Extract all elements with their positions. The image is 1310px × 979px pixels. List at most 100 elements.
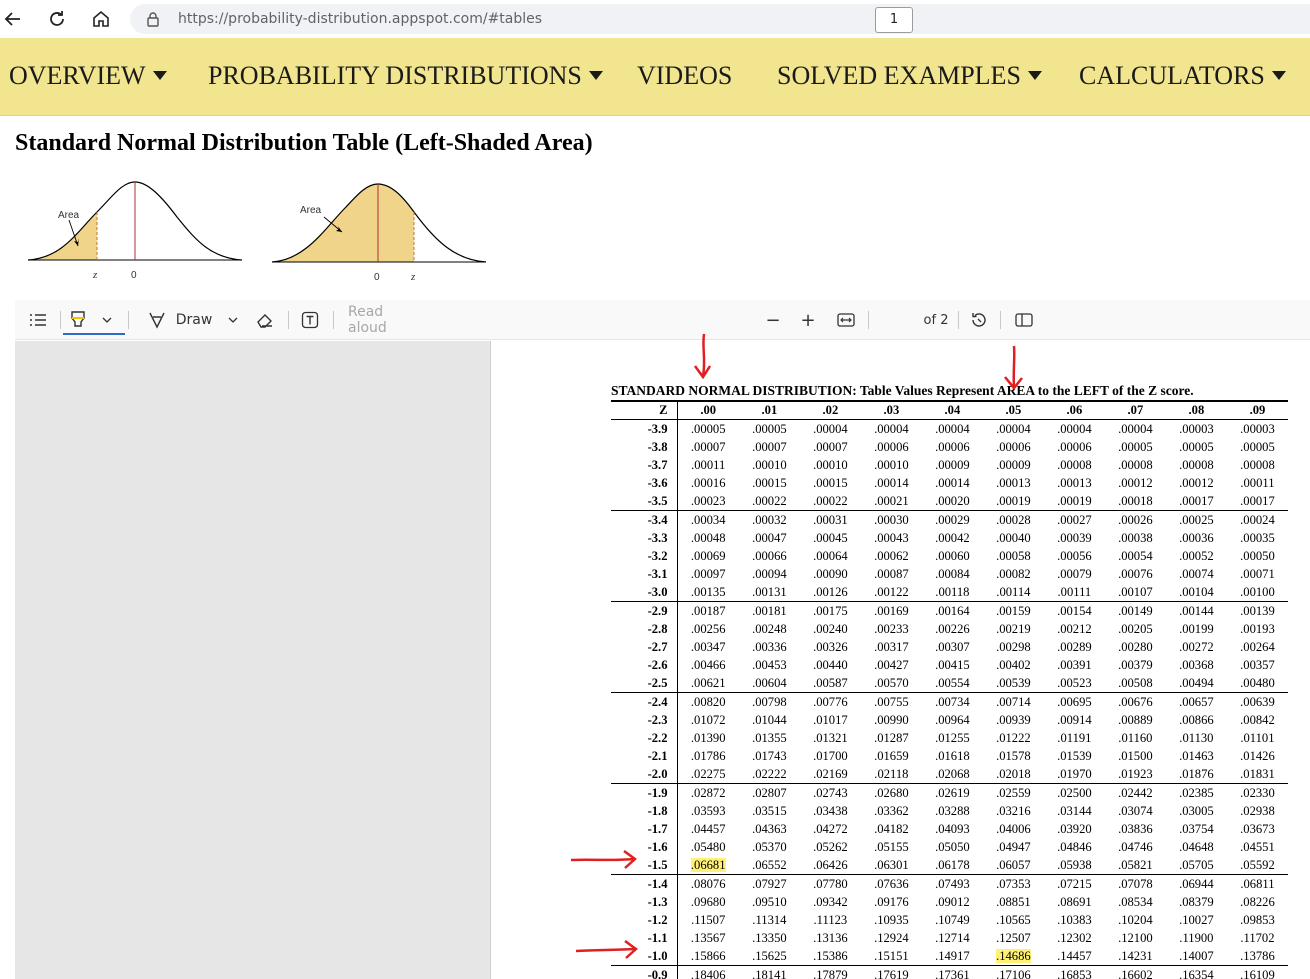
left-tail-curve-diagram: Area z 0 <box>27 181 243 281</box>
page-number-input[interactable]: 1 <box>875 7 913 33</box>
table-cell: .01659 <box>874 748 909 763</box>
z-table-title: STANDARD NORMAL DISTRIBUTION: Table Valu… <box>611 383 1194 398</box>
table-cell: .05050 <box>935 839 970 854</box>
nav-item-calculators[interactable]: CALCULATORS <box>1079 61 1286 91</box>
highlighter-options-chevron-icon[interactable] <box>99 308 115 332</box>
table-cell: .00020 <box>921 491 983 511</box>
toolbar-separator <box>333 311 334 329</box>
nav-item-overview[interactable]: OVERVIEW <box>9 61 167 91</box>
draw-pen-icon[interactable] <box>147 308 167 332</box>
table-cell: .15866 <box>677 946 739 966</box>
reload-icon[interactable] <box>44 6 70 32</box>
table-cell: .00135 <box>677 582 739 602</box>
page-title: Standard Normal Distribution Table (Left… <box>15 130 593 156</box>
z-label: z <box>92 269 98 281</box>
table-row: -2.7 .00347 .00336 .00326 .00317 .00307 .00298… <box>611 637 1288 656</box>
table-of-contents-icon[interactable] <box>25 308 51 332</box>
nav-item-videos[interactable]: VIDEOS <box>637 61 732 91</box>
table-cell: .01160 <box>1118 730 1153 745</box>
table-cell: .08379 <box>1179 894 1214 909</box>
table-cell: .00032 <box>752 512 787 527</box>
positive-z-curve-diagram: Area 0 z <box>271 183 487 283</box>
table-row: -1.1 .13567 .13350 .13136 .12924 .12714 .12507… <box>611 928 1288 947</box>
address-bar[interactable]: https://probability-distribution.appspot… <box>130 4 1310 34</box>
table-cell: .01287 <box>874 730 909 745</box>
table-cell: .00031 <box>813 512 848 527</box>
table-cell: .00036 <box>1179 530 1214 545</box>
table-cell: .00466 <box>690 657 726 672</box>
table-cell: .10027 <box>1179 912 1214 927</box>
draw-options-chevron-icon[interactable] <box>225 308 241 332</box>
page-view-icon[interactable] <box>1013 308 1035 332</box>
table-row: -3.7 .00011 .00010 .00010 .00010 .00009 .00009… <box>611 455 1288 474</box>
z-value-cell: -1.4 <box>611 874 678 893</box>
table-cell: .05155 <box>874 839 909 854</box>
nav-item-solved-examples[interactable]: SOLVED EXAMPLES <box>777 61 1042 91</box>
table-cell: .06178 <box>921 855 983 875</box>
back-arrow-icon[interactable] <box>0 6 26 32</box>
draw-button[interactable]: Draw <box>175 308 213 332</box>
table-cell: .00187 <box>690 603 726 618</box>
table-cell: .00494 <box>1165 673 1227 693</box>
table-cell: .02275 <box>677 764 739 784</box>
table-cell: .00212 <box>1057 621 1092 636</box>
table-cell: .00336 <box>752 639 787 654</box>
z-value-cell: -3.2 <box>611 546 678 565</box>
highlighter-icon[interactable] <box>67 308 89 332</box>
table-cell: .07780 <box>813 876 848 891</box>
toolbar-separator <box>868 311 869 329</box>
read-aloud-button[interactable]: Read aloud <box>348 304 420 336</box>
lock-icon[interactable] <box>146 11 160 32</box>
table-cell: .00016 <box>690 475 726 490</box>
table-cell: .00006 <box>874 439 909 454</box>
eraser-icon[interactable] <box>255 308 275 332</box>
z-table-header-row: Z .00.01.02.03.04.05.06.07.08.09 <box>611 400 1288 420</box>
table-cell: .02872 <box>690 785 726 800</box>
table-row: -2.5.00621.00604.00587.00570.00554.00539… <box>611 673 1288 693</box>
table-cell: .16853 <box>1057 967 1092 979</box>
table-cell: .00508 <box>1104 673 1166 693</box>
table-cell: .01539 <box>1057 748 1092 763</box>
table-cell: .00008 <box>1057 457 1092 472</box>
column-header: .07 <box>1104 400 1166 420</box>
table-row: -2.3 .01072 .01044 .01017 .00990 .00964 .00939… <box>611 710 1288 729</box>
active-tool-indicator <box>63 333 125 335</box>
table-cell: .00071 <box>1240 566 1275 581</box>
zoom-out-button[interactable]: − <box>765 308 781 332</box>
z-value-cell: -2.6 <box>611 655 678 674</box>
table-cell: .03362 <box>874 803 909 818</box>
table-cell: .00264 <box>1240 639 1275 654</box>
table-cell: .01786 <box>690 748 726 763</box>
table-cell: .03754 <box>1179 821 1214 836</box>
table-cell: .02118 <box>860 764 922 784</box>
table-cell: .00042 <box>935 530 970 545</box>
rotate-icon[interactable] <box>968 308 990 332</box>
table-cell: .03515 <box>752 803 787 818</box>
nav-item-probability-distributions[interactable]: PROBABILITY DISTRIBUTIONS <box>208 61 603 91</box>
column-header: .09 <box>1226 400 1288 420</box>
table-cell: .01130 <box>1179 730 1214 745</box>
table-cell: .07215 <box>1057 876 1092 891</box>
table-cell: .09680 <box>690 894 726 909</box>
z-value-cell: -2.7 <box>611 637 678 656</box>
table-cell: .09510 <box>752 894 787 909</box>
table-cell: .15151 <box>860 946 922 966</box>
table-row: -3.2 .00069 .00066 .00064 .00062 .00060 .00058… <box>611 546 1288 565</box>
column-header: .04 <box>921 400 983 420</box>
fit-to-width-icon[interactable] <box>835 308 857 332</box>
zoom-in-button[interactable]: + <box>800 308 816 332</box>
table-cell: .00056 <box>1057 548 1092 563</box>
table-cell: .02680 <box>874 785 909 800</box>
table-cell: .00005 <box>1240 439 1275 454</box>
url-text[interactable]: https://probability-distribution.appspot… <box>178 11 542 27</box>
table-cell: .00118 <box>921 582 983 602</box>
caret-down-icon <box>1271 71 1286 80</box>
text-box-icon[interactable] <box>300 308 320 332</box>
table-cell: .00005 <box>752 421 787 436</box>
nav-item-label: PROBABILITY DISTRIBUTIONS <box>208 61 582 90</box>
table-cell: .10204 <box>1118 912 1153 927</box>
table-cell: .00024 <box>1240 512 1275 527</box>
home-icon[interactable] <box>88 6 114 32</box>
z-value-cell: -1.5 <box>611 855 678 875</box>
table-row: -3.1 .00097 .00094 .00090 .00087 .00084 .00082… <box>611 564 1288 583</box>
